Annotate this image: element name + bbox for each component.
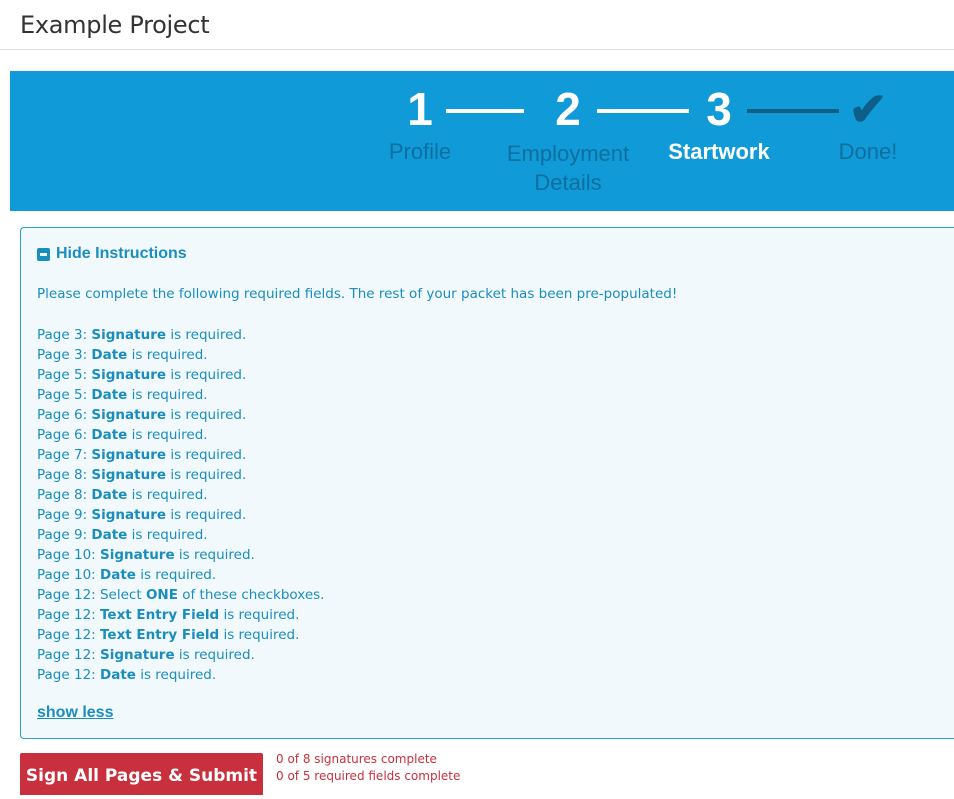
item-page-prefix: Page 3: (37, 347, 92, 363)
item-suffix: is required. (166, 447, 247, 463)
instructions-panel: Hide Instructions Please complete the fo… (20, 227, 954, 739)
required-field-item: Page 3: Date is required. (37, 345, 324, 365)
step-done: ✔ Done! (793, 81, 943, 166)
item-suffix: is required. (166, 327, 247, 343)
signatures-status: 0 of 8 signatures complete (276, 752, 437, 766)
hide-instructions-label: Hide Instructions (56, 245, 187, 262)
item-page-prefix: Page 12: (37, 607, 100, 623)
item-field-name: Signature (91, 447, 167, 463)
item-page-prefix: Page 12: (37, 647, 100, 663)
required-field-item: Page 5: Signature is required. (37, 365, 324, 385)
required-field-item: Page 12: Text Entry Field is required. (37, 605, 324, 625)
hide-instructions-toggle[interactable]: Hide Instructions (37, 245, 187, 263)
required-field-item: Page 9: Date is required. (37, 525, 324, 545)
item-suffix: is required. (174, 547, 255, 563)
required-field-item: Page 8: Date is required. (37, 485, 324, 505)
required-field-item: Page 12: Text Entry Field is required. (37, 625, 324, 645)
item-page-prefix: Page 8: (37, 467, 92, 483)
item-page-prefix: Page 12: (37, 627, 100, 643)
required-field-item: Page 6: Date is required. (37, 425, 324, 445)
item-field-name: ONE (145, 587, 178, 603)
item-suffix: is required. (219, 627, 300, 643)
item-page-prefix: Page 10: (37, 547, 100, 563)
item-page-prefix: Page 9: (37, 507, 92, 523)
item-field-name: Date (91, 487, 128, 503)
checkmark-icon: ✔ (848, 83, 888, 135)
item-page-prefix: Page 12: (37, 667, 100, 683)
step-employment-details: 2 Employment Details (493, 81, 643, 197)
item-suffix: is required. (166, 507, 247, 523)
item-suffix: is required. (127, 387, 208, 403)
minus-square-icon (37, 247, 50, 261)
item-field-name: Signature (91, 407, 167, 423)
item-field-name: Date (100, 567, 136, 583)
item-suffix: is required. (135, 667, 217, 683)
item-field-name: Signature (100, 647, 175, 663)
required-fields-list: Page 3: Signature is required. Page 3: Da… (37, 325, 324, 685)
item-page-prefix: Page 3: (37, 327, 92, 343)
item-suffix: is required. (127, 527, 208, 543)
item-suffix: is required. (166, 467, 247, 483)
required-field-item: Page 5: Date is required. (37, 385, 324, 405)
step-number: 2 (555, 83, 581, 135)
required-field-item: Page 3: Signature is required. (37, 325, 324, 345)
required-field-item: Page 10: Signature is required. (37, 545, 324, 565)
item-suffix: is required. (166, 367, 247, 383)
item-suffix: is required. (127, 347, 208, 363)
item-suffix: is required. (174, 647, 255, 663)
item-field-name: Signature (91, 327, 167, 343)
required-field-item: Page 10: Date is required. (37, 565, 324, 585)
item-field-name: Date (91, 427, 128, 443)
completion-status: 0 of 8 signatures complete 0 of 5 requir… (276, 751, 460, 785)
required-field-item: Page 12: Select ONE of these checkboxes. (37, 585, 324, 605)
item-page-prefix: Page 7: (37, 447, 92, 463)
title-bar: Example Project (0, 0, 954, 50)
required-field-item: Page 8: Signature is required. (37, 465, 324, 485)
step-profile: 1 Profile (345, 81, 495, 166)
item-suffix: is required. (127, 427, 208, 443)
item-page-prefix: Page 12: Select (37, 587, 146, 603)
item-field-name: Date (91, 347, 128, 363)
item-field-name: Date (100, 667, 136, 683)
item-page-prefix: Page 9: (37, 527, 92, 543)
required-field-item: Page 7: Signature is required. (37, 445, 324, 465)
item-field-name: Text Entry Field (100, 627, 220, 643)
required-field-item: Page 9: Signature is required. (37, 505, 324, 525)
item-field-name: Text Entry Field (100, 607, 220, 623)
item-field-name: Date (91, 527, 128, 543)
show-less-link[interactable]: show less (37, 704, 113, 722)
step-startwork: 3 Startwork (644, 81, 794, 166)
item-suffix: is required. (127, 487, 208, 503)
item-page-prefix: Page 8: (37, 487, 92, 503)
item-page-prefix: Page 5: (37, 367, 92, 383)
item-suffix: is required. (135, 567, 217, 583)
step-label: Profile (388, 139, 452, 164)
required-field-item: Page 12: Signature is required. (37, 645, 324, 665)
step-label: Employment (506, 141, 630, 166)
step-label: Done! (838, 139, 898, 164)
step-number: 3 (706, 83, 732, 135)
required-field-item: Page 6: Signature is required. (37, 405, 324, 425)
item-suffix: is required. (219, 607, 300, 623)
item-field-name: Signature (91, 507, 167, 523)
required-field-item: Page 12: Date is required. (37, 665, 324, 685)
item-page-prefix: Page 10: (37, 567, 100, 583)
item-page-prefix: Page 6: (37, 407, 92, 423)
item-suffix: is required. (166, 407, 247, 423)
step-number: 1 (407, 83, 433, 135)
item-field-name: Signature (91, 467, 167, 483)
step-label-line2: Details (534, 170, 602, 195)
step-label: Startwork (668, 139, 770, 164)
item-page-prefix: Page 6: (37, 427, 92, 443)
item-page-prefix: Page 5: (37, 387, 92, 403)
required-fields-status: 0 of 5 required fields complete (276, 769, 461, 783)
item-suffix: of these checkboxes. (177, 587, 325, 603)
project-title: Example Project (20, 11, 210, 39)
instructions-intro: Please complete the following required f… (37, 286, 678, 302)
progress-banner: 1 Profile 2 Employment Details 3 Startwo… (10, 71, 954, 211)
item-field-name: Date (91, 387, 128, 403)
sign-all-submit-button[interactable]: Sign All Pages & Submit (20, 753, 263, 795)
item-field-name: Signature (100, 547, 175, 563)
item-field-name: Signature (91, 367, 167, 383)
